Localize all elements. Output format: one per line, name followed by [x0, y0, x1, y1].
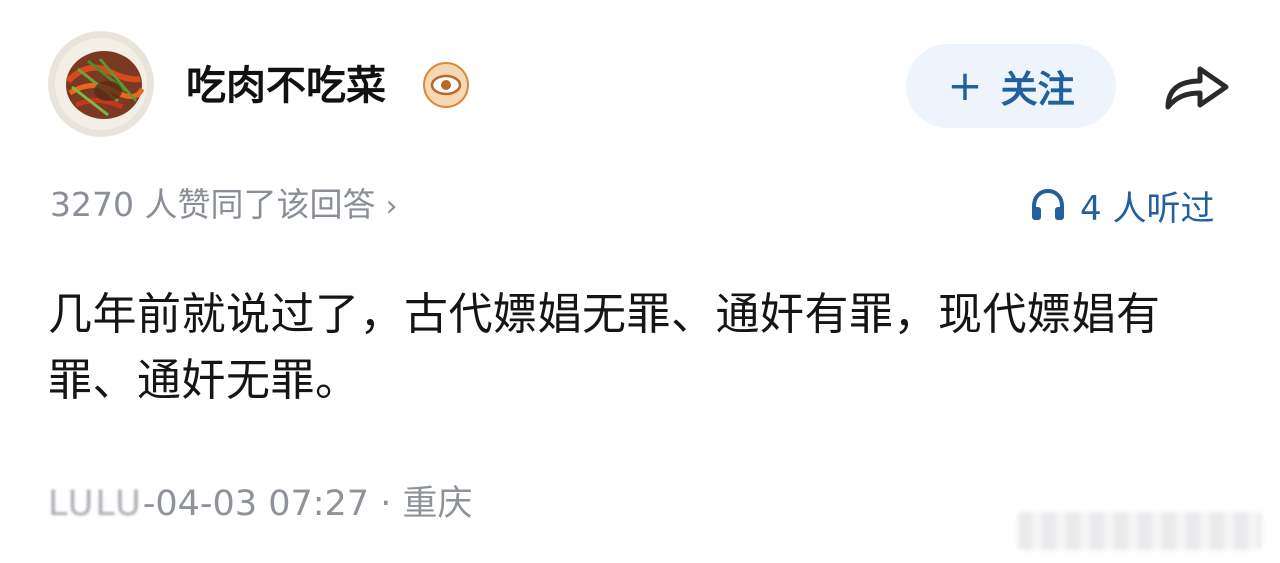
- listened-count: 4 人听过: [1080, 188, 1215, 229]
- plus-icon: +: [947, 61, 983, 110]
- answer-text: 几年前就说过了，古代嫖娼无罪、通奸有罪，现代嫖娼有罪、通奸无罪。: [48, 289, 1161, 406]
- eye-badge-icon: [422, 61, 470, 109]
- share-button[interactable]: [1160, 55, 1236, 115]
- post-location: 重庆: [402, 484, 473, 524]
- share-arrow-icon: [1165, 66, 1229, 110]
- meta-separator: ·: [380, 484, 392, 524]
- follow-label: 关注: [1000, 68, 1075, 111]
- votes-link[interactable]: 3270 人赞同了该回答 ›: [50, 183, 397, 229]
- blurred-year: LULU: [48, 484, 143, 524]
- votes-count: 3270 人赞同了该回答: [50, 185, 376, 224]
- listened-link[interactable]: 4 人听过: [1030, 183, 1215, 229]
- post-datetime: -04-03 07:27: [142, 484, 370, 524]
- post-meta: LULU-04-03 07:27 · 重庆: [48, 482, 473, 526]
- watermark: [1018, 512, 1262, 550]
- avatar[interactable]: [48, 31, 154, 137]
- food-dish-avatar: [48, 31, 154, 137]
- follow-button[interactable]: + 关注: [906, 44, 1116, 128]
- chevron-right-icon: ›: [385, 189, 398, 224]
- author-name[interactable]: 吃肉不吃菜: [186, 60, 386, 112]
- headphones-icon: [1032, 188, 1064, 220]
